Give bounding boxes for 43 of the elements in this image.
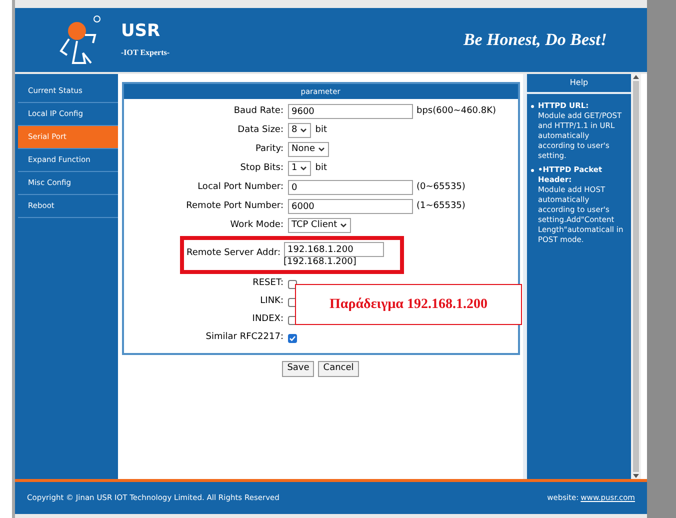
unit-label: bit <box>315 124 327 137</box>
field-label: Baud Rate: <box>232 104 284 118</box>
chevron-down-icon <box>300 128 308 133</box>
dropdown[interactable]: 1 <box>288 161 312 176</box>
brand-name: USR <box>121 21 162 41</box>
field-label: Stop Bits: <box>239 162 284 175</box>
dropdown[interactable]: 8 <box>288 123 312 138</box>
field-hint: (1~65535) <box>416 200 466 213</box>
field-label: Data Size: <box>236 124 284 137</box>
text-field[interactable]: 9600 <box>288 104 412 119</box>
chevron-down-icon <box>300 166 308 171</box>
field-label: Work Mode: <box>229 218 284 232</box>
scroll-thumb[interactable] <box>633 81 639 472</box>
tagline: -IOT Experts- <box>121 47 170 59</box>
field-hint: (0~65535) <box>416 180 466 194</box>
dropdown[interactable]: TCP Client <box>288 218 352 233</box>
checkbox[interactable] <box>288 334 296 342</box>
dropdown[interactable]: None <box>288 142 329 157</box>
field-label: INDEX: <box>251 313 284 326</box>
bullet-icon <box>531 105 534 108</box>
form-button[interactable]: Cancel <box>318 361 359 377</box>
field-label: Similar RFC2217: <box>204 331 284 344</box>
scrollbar[interactable] <box>631 74 641 479</box>
chevron-down-icon <box>340 223 348 228</box>
field-label: LINK: <box>259 295 284 308</box>
checkbox[interactable] <box>288 280 296 288</box>
form-button[interactable]: Save <box>282 361 314 377</box>
text-field[interactable]: 192.168.1.200 <box>284 242 384 257</box>
scroll-up-icon[interactable] <box>633 75 639 79</box>
field-label: Remote Server Addr: <box>186 247 280 260</box>
field-label: Local Port Number: <box>196 180 284 194</box>
field-label: Parity: <box>254 142 284 156</box>
current-value: [192.168.1.200] <box>284 257 358 268</box>
slogan: Be Honest, Do Best! <box>463 29 607 52</box>
field-hint: bps(600~460.8K) <box>416 104 496 118</box>
field-label: Remote Port Number: <box>185 200 284 213</box>
text-field[interactable]: 0 <box>288 180 412 195</box>
field-label: RESET: <box>252 277 284 290</box>
chevron-down-icon <box>318 147 325 152</box>
text-field[interactable]: 6000 <box>288 199 412 214</box>
bullet-icon <box>531 169 534 172</box>
annotation-callout: Παράδειγμα 192.168.1.200 <box>295 284 522 325</box>
unit-label: bit <box>315 162 327 175</box>
